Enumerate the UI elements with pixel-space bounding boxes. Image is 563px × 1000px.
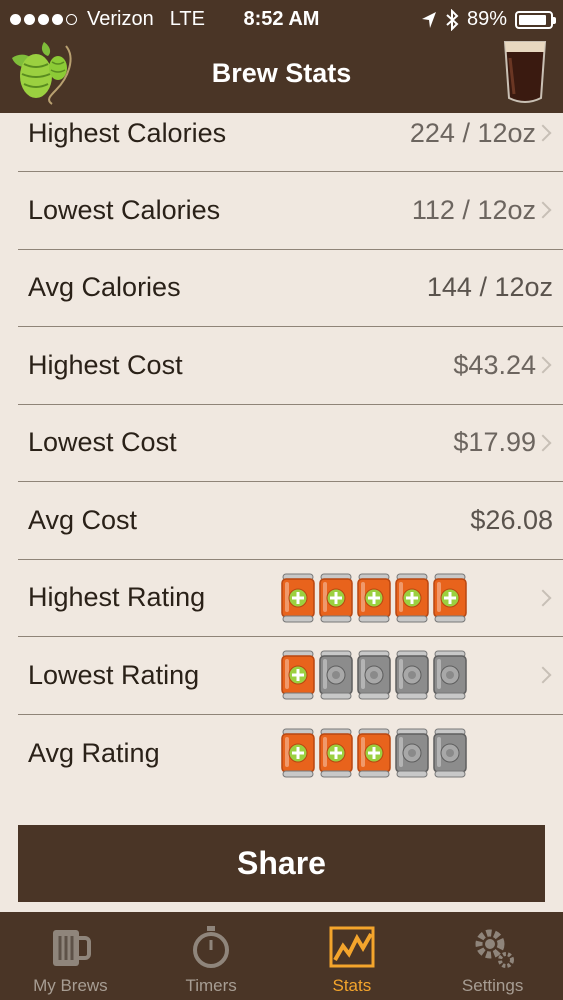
can-filled-icon: [281, 728, 315, 778]
stat-row-lowest-cost[interactable]: Lowest Cost $17.99: [18, 405, 563, 482]
chart-icon: [329, 926, 375, 968]
stat-row-avg-rating: Avg Rating: [18, 715, 563, 793]
stat-label: Lowest Calories: [28, 194, 221, 225]
stat-value: $43.24: [453, 349, 536, 380]
stat-value: 144 / 12oz: [426, 272, 553, 303]
rating-cans: [280, 649, 468, 701]
stat-row-avg-cost: Avg Cost $26.08: [18, 482, 563, 560]
stat-label: Lowest Cost: [28, 427, 177, 458]
stat-label: Avg Cost: [28, 504, 138, 535]
chevron-right-icon: [534, 434, 552, 452]
stats-list: Highest Calories 224 / 12oz Lowest Calor…: [18, 95, 563, 792]
stat-label: Highest Calories: [28, 117, 227, 148]
battery-icon: [515, 10, 556, 29]
bluetooth-icon: [446, 8, 459, 31]
can-filled-icon: [357, 728, 391, 778]
can-filled-icon: [433, 573, 467, 623]
can-filled-icon: [395, 573, 429, 623]
tab-bar: My Brews Timers Stats Settings: [0, 912, 563, 1000]
stat-value: $26.08: [470, 504, 553, 535]
can-filled-icon: [319, 728, 353, 778]
stat-label: Avg Calories: [28, 272, 181, 303]
tab-label: My Brews: [33, 976, 108, 995]
can-empty-icon: [433, 728, 467, 778]
stat-label: Lowest Rating: [28, 659, 200, 690]
tab-my-brews[interactable]: My Brews: [0, 912, 141, 1000]
chevron-right-icon: [534, 589, 552, 607]
tab-timers[interactable]: Timers: [141, 912, 282, 1000]
chevron-right-icon: [534, 124, 552, 142]
stat-row-avg-calories: Avg Calories 144 / 12oz: [18, 250, 563, 327]
stopwatch-icon: [193, 926, 230, 968]
page-title: Brew Stats: [211, 58, 352, 88]
stat-row-lowest-rating[interactable]: Lowest Rating: [18, 637, 563, 715]
stat-label: Avg Rating: [28, 737, 160, 768]
chevron-right-icon: [534, 356, 552, 374]
can-empty-icon: [395, 728, 429, 778]
can-filled-icon: [281, 650, 315, 700]
stat-value: 112 / 12oz: [411, 194, 536, 225]
tab-label: Stats: [332, 976, 372, 995]
stat-label: Highest Cost: [28, 349, 183, 380]
rating-cans: [280, 572, 468, 624]
chevron-right-icon: [534, 201, 552, 219]
can-empty-icon: [433, 650, 467, 700]
tab-label: Timers: [185, 976, 237, 995]
gear-icon: [475, 929, 514, 968]
stat-label: Highest Rating: [28, 582, 206, 613]
stat-row-highest-cost[interactable]: Highest Cost $43.24: [18, 327, 563, 405]
can-empty-icon: [357, 650, 391, 700]
chevron-right-icon: [534, 666, 552, 684]
can-empty-icon: [319, 650, 353, 700]
stat-row-highest-calories[interactable]: Highest Calories 224 / 12oz: [18, 95, 563, 172]
stat-row-lowest-calories[interactable]: Lowest Calories 112 / 12oz: [18, 172, 563, 250]
status-bar: Verizon LTE 8:52 AM 89%: [0, 0, 563, 38]
can-empty-icon: [395, 650, 429, 700]
beer-mug-icon: [53, 930, 92, 966]
stat-value: $17.99: [453, 427, 536, 458]
can-filled-icon: [319, 573, 353, 623]
tab-stats[interactable]: Stats: [282, 912, 423, 1000]
share-button[interactable]: Share: [18, 825, 545, 902]
location-icon: [421, 11, 436, 28]
can-filled-icon: [357, 573, 391, 623]
can-filled-icon: [281, 573, 315, 623]
stat-row-highest-rating[interactable]: Highest Rating: [18, 560, 563, 637]
battery-percent: 89%: [466, 8, 507, 30]
tab-settings[interactable]: Settings: [422, 912, 563, 1000]
rating-cans: [280, 727, 468, 779]
stat-value: 224 / 12oz: [409, 117, 536, 148]
tab-label: Settings: [461, 976, 524, 995]
